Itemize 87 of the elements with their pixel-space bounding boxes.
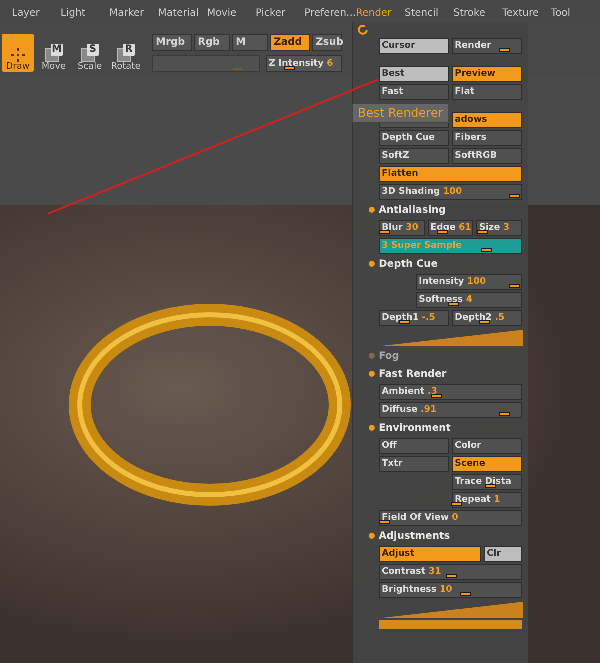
toggle-button[interactable]: SoftZ: [379, 148, 449, 164]
key-cap: M: [51, 44, 63, 56]
slider-thumb[interactable]: [508, 284, 520, 288]
section-header[interactable]: Depth Cue: [379, 258, 438, 270]
slider-thumb[interactable]: [431, 394, 442, 398]
slider[interactable]: Ambient .3: [379, 384, 522, 400]
slider-thumb[interactable]: [480, 248, 492, 252]
slider[interactable]: Repeat 1: [452, 492, 522, 508]
section-header[interactable]: Adjustments: [379, 530, 450, 542]
slider-thumb[interactable]: [451, 502, 462, 506]
toggle-button[interactable]: Cursor: [379, 38, 449, 54]
toggle-button[interactable]: Color: [452, 438, 522, 454]
refresh-icon[interactable]: [357, 24, 369, 36]
slider[interactable]: Intensity 100: [416, 274, 522, 290]
mode-button[interactable]: Zadd: [270, 34, 310, 51]
slider-thumb[interactable]: [478, 320, 490, 324]
slider[interactable]: [152, 55, 260, 72]
slider-thumb[interactable]: [436, 230, 448, 234]
toggle-button[interactable]: Fibers: [452, 130, 522, 146]
tool-button[interactable]: S Scale: [74, 34, 106, 72]
slider-thumb[interactable]: [284, 66, 296, 70]
toggle-button[interactable]: Clr: [484, 546, 522, 562]
slider[interactable]: Brightness 10: [379, 582, 522, 598]
menu-item[interactable]: Marker: [110, 8, 158, 18]
curve-ramp[interactable]: [383, 602, 523, 618]
toggle-button[interactable]: Depth Cue: [379, 130, 449, 146]
key-cap: R: [123, 44, 135, 56]
slider[interactable]: Size 3: [476, 220, 522, 236]
toggle-button[interactable]: Adjust: [379, 546, 481, 562]
curve-ramp[interactable]: [383, 330, 523, 346]
menu-item[interactable]: Picker: [256, 8, 305, 18]
menu-item[interactable]: Texture: [502, 8, 552, 18]
tool-button[interactable]: Draw: [2, 34, 34, 72]
slider-thumb[interactable]: [398, 320, 410, 324]
slider-thumb[interactable]: [499, 48, 510, 52]
slider-thumb[interactable]: [379, 230, 390, 234]
section-header[interactable]: Fast Render: [379, 368, 447, 380]
toggle-button[interactable]: Flatten: [379, 166, 522, 182]
slider-thumb[interactable]: [448, 302, 460, 306]
slider[interactable]: Depth1 -.5: [379, 310, 449, 326]
menu-item[interactable]: Preferen...: [304, 8, 356, 18]
slider-thumb[interactable]: [446, 574, 456, 578]
section-header[interactable]: Fog: [379, 350, 400, 362]
slider-thumb[interactable]: [476, 230, 488, 234]
slider[interactable]: Depth2 .5: [452, 310, 522, 326]
slider[interactable]: Diffuse .91: [379, 402, 522, 418]
menu-item[interactable]: Render: [356, 8, 405, 18]
toggle-button[interactable]: Flat: [452, 84, 522, 100]
mode-button[interactable]: M: [232, 34, 268, 51]
toggle-button[interactable]: Fast: [379, 84, 449, 100]
tool-button[interactable]: R Rotate: [110, 34, 142, 72]
crosshair-icon: [11, 48, 25, 62]
mode-button[interactable]: Rgb: [194, 34, 230, 51]
slider[interactable]: Render: [452, 38, 522, 54]
menu-item[interactable]: Stroke: [454, 8, 502, 18]
slider-thumb[interactable]: [379, 520, 390, 524]
slider[interactable]: Blur 30: [379, 220, 425, 236]
toggle-button[interactable]: adows: [452, 112, 522, 128]
section-header[interactable]: Antialiasing: [379, 204, 446, 216]
toggle-button[interactable]: Scene: [452, 456, 522, 472]
slider[interactable]: 3D Shading 100: [379, 184, 522, 200]
key-cap: S: [87, 44, 99, 56]
menu-item[interactable]: Stencil: [404, 8, 454, 18]
toggle-button[interactable]: SoftRGB: [452, 148, 522, 164]
slider[interactable]: Softness 4: [416, 292, 522, 308]
slider[interactable]: Trace Dista: [452, 474, 522, 490]
slider-thumb[interactable]: [499, 412, 510, 416]
slider[interactable]: Field Of View 0: [379, 510, 522, 526]
toggle-button[interactable]: Off: [379, 438, 449, 454]
slider-thumb[interactable]: [508, 194, 520, 198]
tooltip: Best Renderer: [352, 103, 450, 123]
slider[interactable]: Z Intensity 6: [266, 55, 342, 72]
tool-button[interactable]: M Move: [38, 34, 70, 72]
mode-button[interactable]: Mrgb: [152, 34, 192, 51]
menu-item[interactable]: Movie: [207, 8, 256, 18]
menu-item[interactable]: Tool: [551, 8, 600, 18]
toggle-button[interactable]: Best: [379, 66, 449, 82]
menu-item[interactable]: Light: [60, 8, 110, 18]
toggle-button[interactable]: Txtr: [379, 456, 449, 472]
section-header[interactable]: Environment: [379, 422, 451, 434]
toggle-button[interactable]: Preview: [452, 66, 522, 82]
menu-item[interactable]: Layer: [12, 8, 61, 18]
menu-item[interactable]: Material: [158, 8, 208, 18]
slider-thumb[interactable]: [460, 592, 471, 596]
mode-button[interactable]: Zsub: [312, 34, 342, 51]
slider[interactable]: Contrast 31: [379, 564, 522, 580]
slider-thumb[interactable]: [485, 484, 496, 488]
